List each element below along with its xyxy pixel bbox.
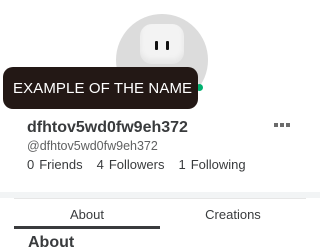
followers-count: 4 [96, 157, 104, 172]
avatar-eye-left [155, 41, 158, 50]
more-options-icon [274, 123, 278, 127]
username-handle: @dfhtov5wd0fw9eh372 [27, 139, 158, 153]
name-tooltip: EXAMPLE OF THE NAME [3, 67, 198, 109]
following-label: Following [190, 157, 246, 172]
friends-link[interactable]: 0 Friends [27, 157, 83, 172]
friends-count: 0 [27, 157, 35, 172]
about-section-title: About [28, 234, 75, 251]
display-name: dfhtov5wd0fw9eh372 [27, 119, 188, 136]
followers-label: Followers [108, 157, 165, 172]
avatar-eye-right [166, 41, 169, 50]
more-options-button[interactable] [274, 121, 292, 129]
profile-tabs: About Creations [14, 198, 306, 229]
following-count: 1 [178, 157, 186, 172]
tab-about[interactable]: About [14, 199, 160, 229]
avatar-head [140, 24, 184, 64]
following-link[interactable]: 1 Following [178, 157, 245, 172]
friends-label: Friends [39, 157, 83, 172]
tab-creations[interactable]: Creations [160, 199, 306, 229]
name-tooltip-text: EXAMPLE OF THE NAME [13, 79, 193, 97]
followers-link[interactable]: 4 Followers [97, 157, 165, 172]
profile-stats: 0 Friends 4 Followers 1 Following [27, 157, 260, 172]
